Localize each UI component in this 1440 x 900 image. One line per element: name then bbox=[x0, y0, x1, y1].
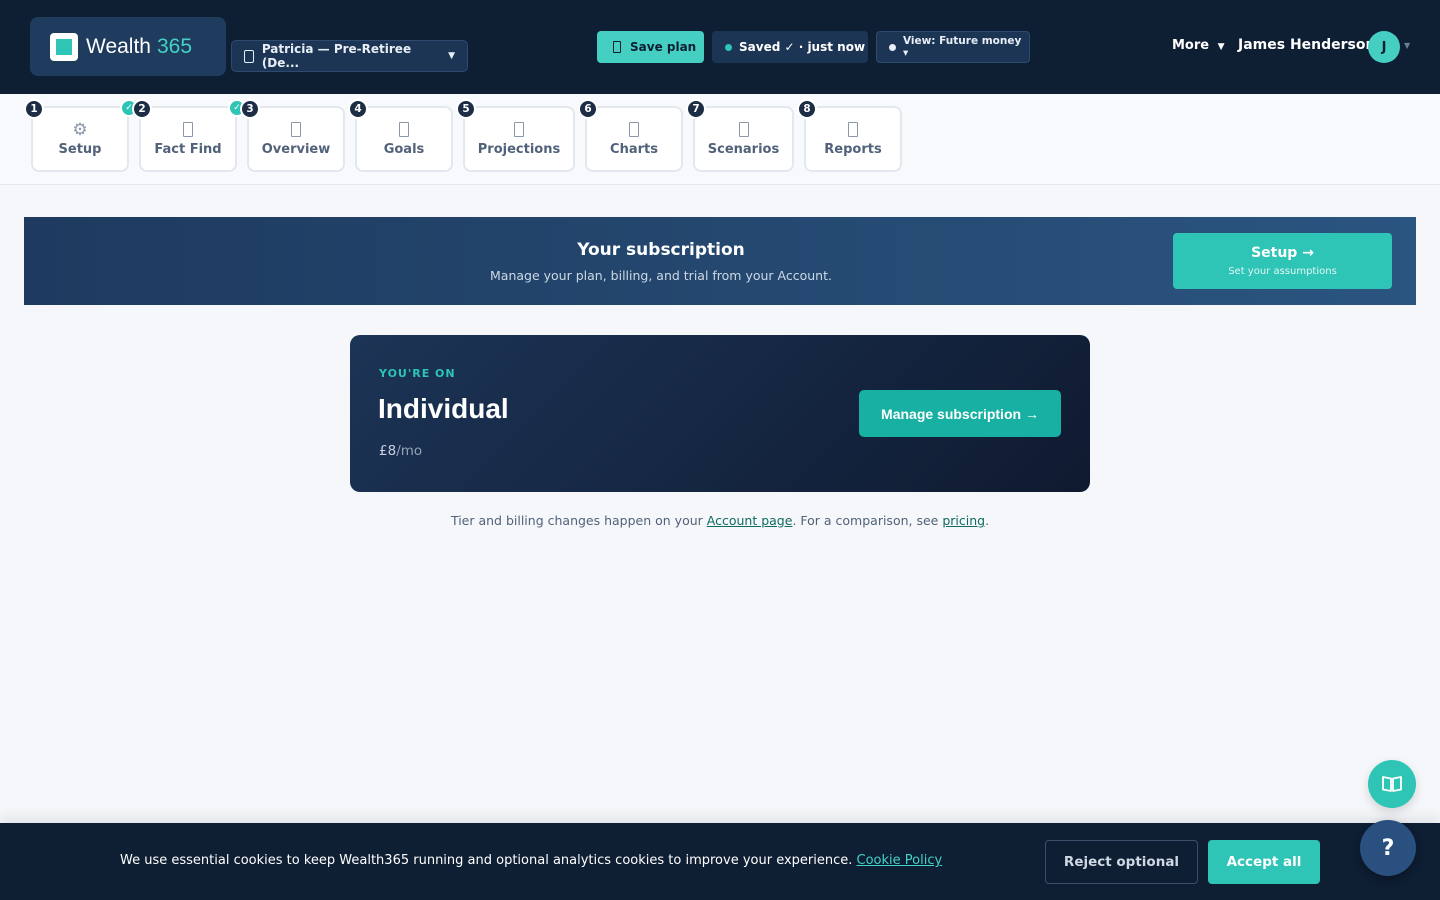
step-number: 1 bbox=[24, 99, 44, 119]
note-text-start: Tier and billing changes happen on your bbox=[450, 513, 707, 528]
saved-status-text: Saved ✓ · just now bbox=[739, 40, 866, 54]
plan-price: £8/mo bbox=[379, 443, 422, 459]
saved-status: Saved ✓ · just now bbox=[712, 31, 868, 63]
step-goals[interactable]: 4 Goals bbox=[348, 99, 453, 172]
step-overview[interactable]: ✓ 3 Overview bbox=[228, 99, 345, 172]
plan-price-amount: £8 bbox=[379, 443, 397, 459]
step-charts[interactable]: 6 Charts bbox=[578, 99, 683, 172]
workflow-steps: 1 ⚙ Setup ✓ 2 Fact Find ✓ 3 Overview 4 Goals 5 Proje… bbox=[0, 94, 1440, 185]
plan-name: Individual bbox=[378, 393, 509, 424]
document-icon bbox=[291, 121, 301, 137]
step-number: 8 bbox=[797, 99, 817, 119]
billing-note: Tier and billing changes happen on your … bbox=[0, 513, 1440, 528]
more-menu[interactable]: More ▼ bbox=[1172, 38, 1225, 53]
reject-optional-button[interactable]: Reject optional bbox=[1045, 840, 1198, 884]
save-icon bbox=[613, 41, 621, 53]
gear-icon: ⚙ bbox=[72, 120, 88, 140]
plan-card: YOU'RE ON Individual £8/mo Manage subscr… bbox=[350, 335, 1090, 492]
view-mode-selector[interactable]: View: Future money ▾ bbox=[876, 31, 1030, 63]
step-label: Fact Find bbox=[154, 141, 222, 157]
view-dot-icon bbox=[889, 43, 896, 51]
client-name: Patricia — Pre-Retiree (De... bbox=[261, 42, 412, 70]
step-setup[interactable]: 1 ⚙ Setup bbox=[24, 99, 129, 172]
note-text-end: . bbox=[985, 513, 990, 528]
document-icon bbox=[738, 121, 749, 137]
status-dot-icon bbox=[725, 43, 732, 51]
document-icon bbox=[848, 121, 858, 137]
step-label: Goals bbox=[383, 141, 425, 157]
subscription-banner: Your subscription Manage your plan, bill… bbox=[24, 217, 1416, 305]
save-plan-button[interactable]: Save plan bbox=[597, 31, 704, 63]
step-number: 3 bbox=[240, 99, 260, 119]
step-projections[interactable]: 5 Projections bbox=[456, 99, 575, 172]
step-label: Setup bbox=[58, 142, 102, 157]
accept-all-button[interactable]: Accept all bbox=[1208, 840, 1320, 884]
top-bar: Wealth 365 Patricia — Pre-Retiree (De... … bbox=[0, 0, 1440, 94]
step-scenarios[interactable]: 7 Scenarios bbox=[686, 99, 794, 172]
step-label: Charts bbox=[610, 141, 658, 157]
document-icon bbox=[514, 121, 524, 137]
brand-number: 365 bbox=[156, 34, 193, 58]
step-number: 4 bbox=[348, 99, 368, 119]
chevron-down-icon: ▼ bbox=[1217, 42, 1225, 52]
cookie-text: We use essential cookies to keep Wealth3… bbox=[120, 853, 942, 868]
step-number: 6 bbox=[578, 99, 598, 119]
step-number: 7 bbox=[686, 99, 706, 119]
step-label: Projections bbox=[477, 141, 561, 157]
client-selector[interactable]: Patricia — Pre-Retiree (De... ▼ bbox=[231, 40, 468, 72]
brand-word: Wealth bbox=[86, 34, 151, 58]
help-button[interactable]: ? bbox=[1360, 820, 1416, 876]
plan-price-period: /mo bbox=[396, 443, 423, 459]
step-label: Overview bbox=[261, 141, 331, 157]
brand-logo[interactable]: Wealth 365 bbox=[30, 17, 226, 76]
banner-title: Your subscription bbox=[577, 240, 745, 260]
guide-button[interactable] bbox=[1368, 760, 1416, 808]
view-mode-label: View: Future money ▾ bbox=[902, 35, 1022, 59]
client-icon bbox=[244, 49, 254, 63]
document-icon bbox=[183, 121, 193, 137]
setup-button-title: Setup → bbox=[1251, 245, 1314, 261]
step-label: Reports bbox=[824, 141, 882, 157]
pricing-link[interactable]: pricing bbox=[942, 513, 985, 528]
step-number: 5 bbox=[456, 99, 476, 119]
cookie-banner: We use essential cookies to keep Wealth3… bbox=[0, 823, 1440, 900]
step-fact-find[interactable]: ✓ 2 Fact Find bbox=[120, 99, 237, 172]
setup-button[interactable]: Setup → Set your assumptions bbox=[1173, 233, 1392, 289]
book-icon bbox=[1382, 776, 1402, 792]
more-label: More bbox=[1172, 38, 1210, 53]
manage-subscription-button[interactable]: Manage subscription → bbox=[859, 390, 1061, 437]
user-menu-caret-icon[interactable]: ▼ bbox=[1404, 41, 1410, 50]
step-label: Scenarios bbox=[707, 141, 780, 157]
document-icon bbox=[399, 121, 409, 137]
document-icon bbox=[629, 121, 639, 137]
step-reports[interactable]: 8 Reports bbox=[797, 99, 902, 172]
avatar[interactable]: J bbox=[1368, 31, 1400, 63]
step-number: 2 bbox=[132, 99, 152, 119]
note-text-middle: . For a comparison, see bbox=[792, 513, 943, 528]
logo-mark-icon bbox=[50, 32, 78, 61]
chevron-down-icon: ▼ bbox=[448, 51, 455, 61]
cookie-message: We use essential cookies to keep Wealth3… bbox=[120, 853, 857, 868]
plan-eyebrow: YOU'RE ON bbox=[379, 367, 456, 380]
save-plan-label: Save plan bbox=[630, 40, 697, 54]
user-name[interactable]: James Henderson bbox=[1238, 37, 1375, 53]
setup-button-subtitle: Set your assumptions bbox=[1228, 266, 1337, 277]
banner-subtitle: Manage your plan, billing, and trial fro… bbox=[490, 268, 832, 283]
cookie-policy-link[interactable]: Cookie Policy bbox=[857, 853, 943, 868]
account-page-link[interactable]: Account page bbox=[707, 513, 793, 528]
